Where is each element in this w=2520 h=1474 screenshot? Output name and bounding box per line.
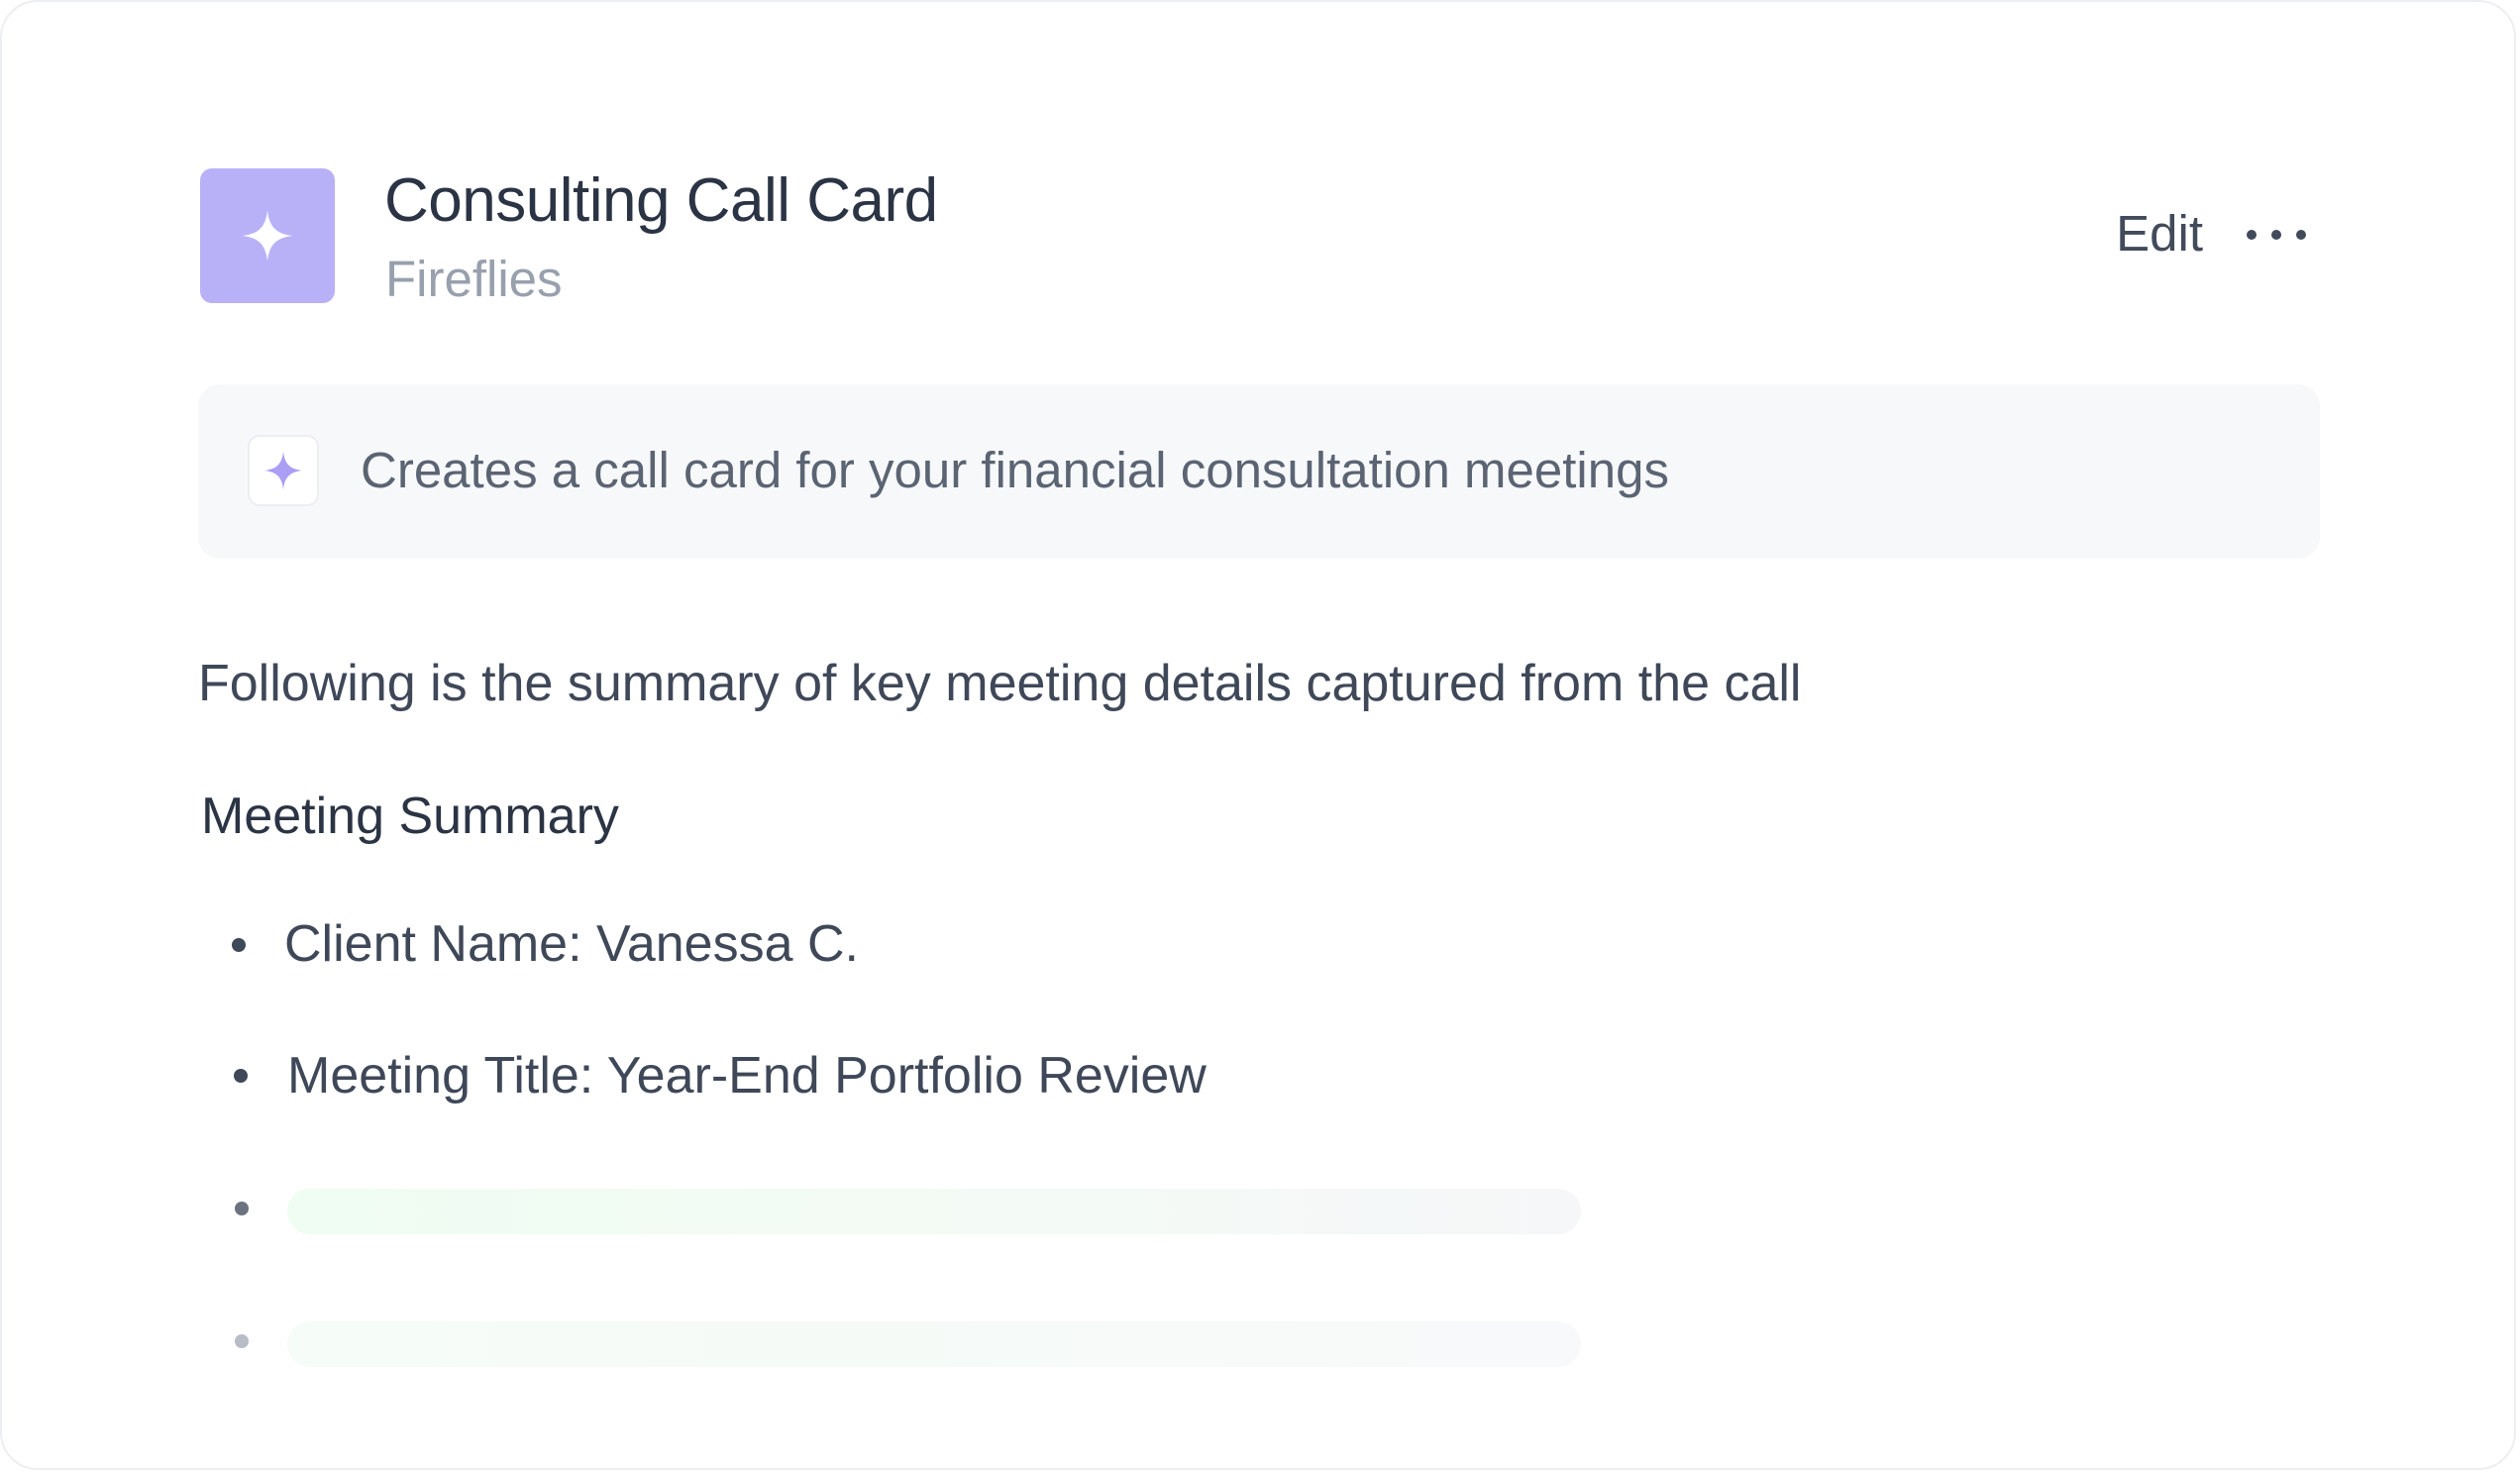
edit-button[interactable]: Edit [2116, 202, 2203, 265]
card-header: Consulting Call Card Fireflies Edit [198, 166, 2326, 307]
more-horizontal-icon [2247, 230, 2257, 240]
call-card: Consulting Call Card Fireflies Edit Crea… [0, 0, 2516, 1470]
description-text: Creates a call card for your financial c… [361, 442, 1669, 498]
loading-placeholder [287, 1321, 1581, 1367]
more-options-button[interactable] [2247, 210, 2306, 260]
sparkle-icon [242, 210, 293, 262]
sparkle-icon [263, 451, 303, 490]
card-source: Fireflies [385, 251, 563, 307]
card-title: Consulting Call Card [384, 166, 938, 235]
more-horizontal-icon-dot [2271, 230, 2281, 240]
description-banner: Creates a call card for your financial c… [198, 384, 2320, 559]
loading-placeholder [287, 1189, 1581, 1234]
app-icon [200, 168, 335, 303]
banner-icon [248, 435, 319, 506]
more-horizontal-icon-dot [2296, 230, 2306, 240]
intro-text: Following is the summary of key meeting … [198, 655, 1802, 712]
bullet-icon [235, 1334, 249, 1348]
list-item: Client Name: Vanessa C. [284, 915, 859, 973]
bullet-icon [232, 938, 246, 952]
bullet-icon [234, 1069, 248, 1083]
list-item: Meeting Title: Year-End Portfolio Review [287, 1047, 1207, 1105]
bullet-icon [235, 1202, 249, 1215]
section-heading: Meeting Summary [201, 788, 619, 845]
